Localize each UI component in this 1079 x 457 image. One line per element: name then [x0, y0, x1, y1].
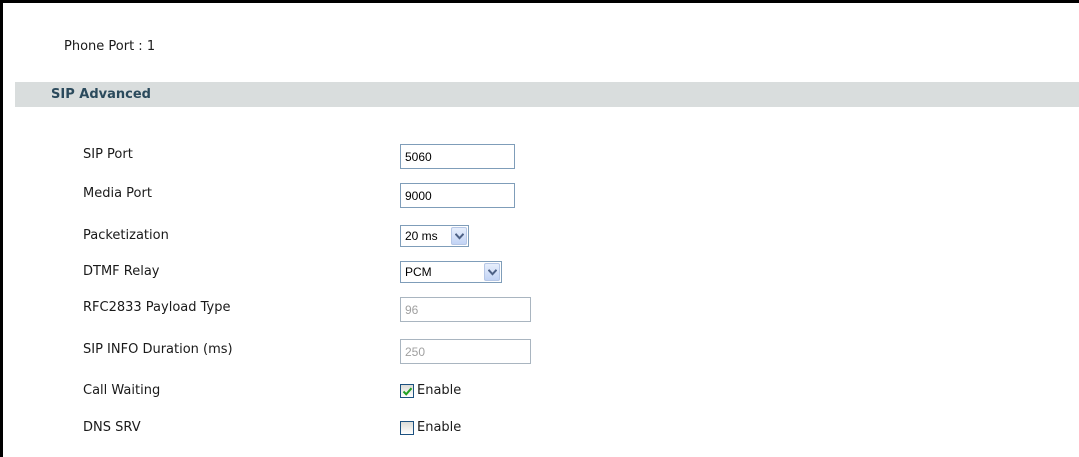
packetization-value: 20 ms [405, 229, 438, 243]
dns-srv-checkbox[interactable] [400, 420, 414, 435]
call-waiting-checkbox[interactable] [400, 383, 414, 398]
rfc2833-payload-input [400, 297, 531, 322]
phone-port-label: Phone Port : 1 [64, 39, 156, 54]
sip-port-input[interactable] [400, 144, 515, 169]
dns-srv-enable-label[interactable]: Enable [417, 420, 461, 435]
packetization-select[interactable]: 20 ms [400, 225, 469, 247]
sip-port-label: SIP Port [83, 147, 133, 162]
chevron-down-icon[interactable] [451, 227, 467, 245]
dtmf-relay-select[interactable]: PCM [400, 261, 502, 283]
call-waiting-label: Call Waiting [83, 383, 161, 398]
rfc2833-row: RFC2833 Payload Type [83, 297, 983, 322]
call-waiting-enable-label[interactable]: Enable [417, 383, 461, 398]
checkmark-icon [402, 387, 413, 396]
media-port-row: Media Port [83, 183, 983, 208]
dns-srv-label: DNS SRV [83, 420, 141, 435]
sip-info-duration-label: SIP INFO Duration (ms) [83, 342, 233, 357]
dtmf-relay-label: DTMF Relay [83, 264, 160, 279]
media-port-label: Media Port [83, 186, 152, 201]
section-header: SIP Advanced [15, 82, 1079, 107]
sip-port-row: SIP Port [83, 144, 983, 169]
dns-srv-option[interactable]: Enable [400, 420, 461, 435]
sip-info-duration-input [400, 339, 531, 364]
section-title: SIP Advanced [51, 87, 151, 102]
settings-panel: Phone Port : 1 SIP Advanced SIP Port Med… [0, 0, 1079, 457]
media-port-input[interactable] [400, 183, 515, 208]
dns-srv-row: DNS SRV Enable [83, 417, 983, 441]
sip-info-duration-row: SIP INFO Duration (ms) [83, 339, 983, 364]
dtmf-relay-row: DTMF Relay PCM [83, 261, 983, 285]
rfc2833-label: RFC2833 Payload Type [83, 300, 231, 315]
packetization-label: Packetization [83, 228, 169, 243]
packetization-row: Packetization 20 ms [83, 225, 983, 249]
call-waiting-row: Call Waiting Enable [83, 380, 983, 404]
chevron-down-icon[interactable] [484, 263, 500, 281]
dtmf-relay-value: PCM [405, 265, 432, 279]
call-waiting-option[interactable]: Enable [400, 383, 461, 398]
